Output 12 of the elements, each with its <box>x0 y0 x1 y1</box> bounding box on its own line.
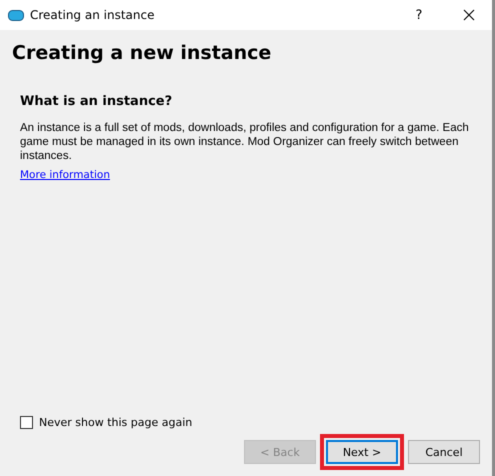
checkbox-label: Never show this page again <box>39 416 192 429</box>
dialog-button[interactable]: Cancel <box>408 440 480 464</box>
help-button[interactable]: ? <box>396 8 442 22</box>
description-text: An instance is a full set of mods, downloads, profiles and configuration for a game. Each game must be managed in its own instance. Mod Organizer can freely switch between instances. <box>20 121 470 163</box>
app-logo-icon <box>8 10 24 20</box>
more-information-link[interactable]: More information <box>20 169 110 181</box>
page-title: Creating a new instance <box>12 42 272 64</box>
close-icon[interactable] <box>463 9 475 21</box>
never-show-checkbox[interactable] <box>20 416 33 429</box>
section-heading: What is an instance? <box>20 94 174 109</box>
window-title: Creating an instance <box>30 8 156 22</box>
dialog-button[interactable]: Next > <box>326 440 398 464</box>
